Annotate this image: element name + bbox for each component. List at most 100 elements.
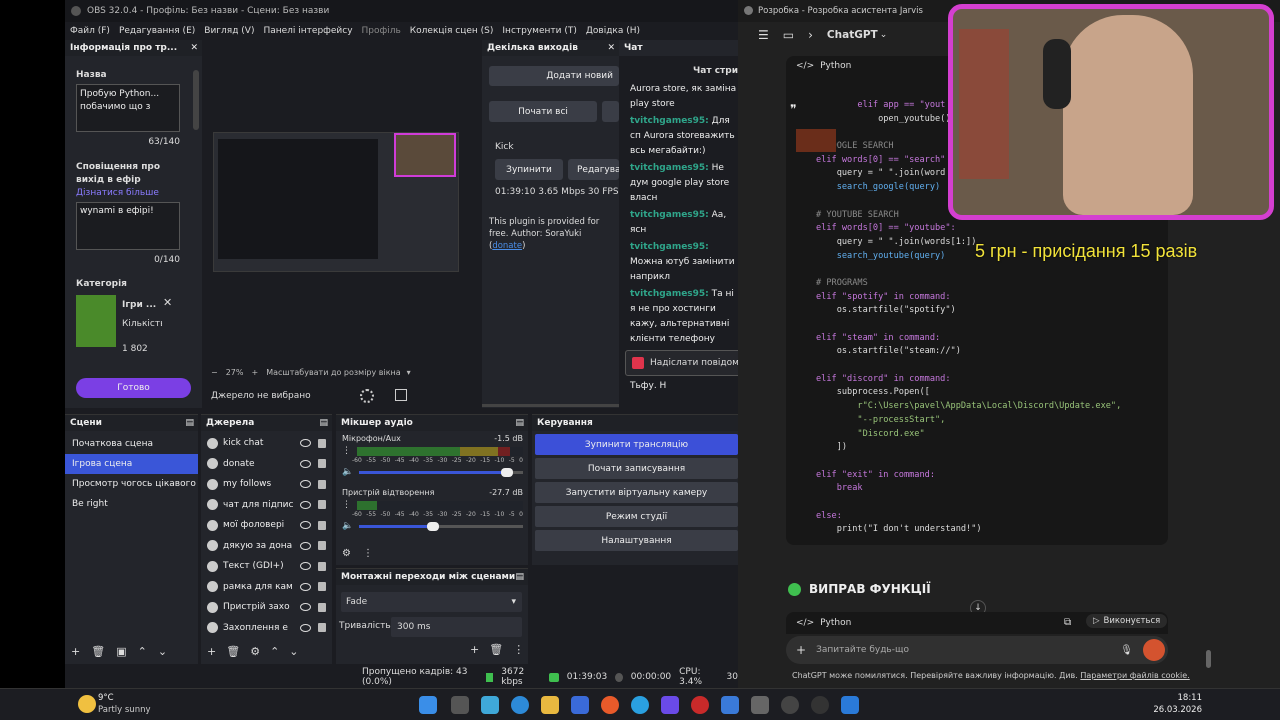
prompt-box[interactable]: + Запитайте будь-що 🎙 [786,636,1168,664]
visibility-icon[interactable] [300,562,311,571]
donate-link[interactable]: donate [492,241,522,251]
voice-mode-icon[interactable] [1143,639,1165,661]
dock-menu-icon[interactable]: ▤ [515,569,524,585]
menu-view[interactable]: Вигляд (V) [204,22,254,40]
zoom-in-button[interactable]: + [251,368,258,377]
source-item[interactable]: my follows [201,474,332,495]
add-icon[interactable]: + [207,645,216,658]
chat-username[interactable]: tvitchgames95: [630,210,709,220]
folder-icon[interactable]: ▭ [783,28,794,42]
lock-icon[interactable] [318,459,326,469]
studio-mode-button[interactable]: Режим студії [535,506,738,527]
source-item[interactable]: Захоплення е [201,618,332,639]
lock-icon[interactable] [318,602,326,612]
visibility-icon[interactable] [300,603,311,612]
task-view-icon[interactable] [451,696,469,714]
menu-dots-icon[interactable]: ⋮ [342,500,351,510]
gear-icon[interactable] [360,389,374,403]
category-remove-icon[interactable]: ✕ [163,296,172,309]
scene-item[interactable]: Початкова сцена [65,434,198,454]
gear-icon[interactable]: ⚙ [250,645,260,658]
stop-all-button[interactable] [602,101,619,122]
visibility-icon[interactable] [300,582,311,591]
edit-output-button[interactable]: Редагувати [568,159,619,180]
visibility-icon[interactable] [300,521,311,530]
menu-docks[interactable]: Панелі інтерфейсу [263,22,352,40]
move-up-icon[interactable]: ⌃ [270,645,279,658]
menu-profile[interactable]: Профіль [362,22,401,40]
scene-item[interactable]: Ігрова сцена [65,454,198,474]
lock-icon[interactable] [318,438,326,448]
close-icon[interactable]: ✕ [607,40,615,56]
scrollbar[interactable] [482,404,619,407]
settings-button[interactable]: Налаштування [535,530,738,551]
widgets-icon[interactable] [481,696,499,714]
stop-output-button[interactable]: Зупинити [495,159,563,180]
chat-username[interactable]: tvitchgames95: [630,116,709,126]
menu-dots-icon[interactable]: ⋮ [342,446,351,456]
dock-menu-icon[interactable]: ▤ [515,415,524,431]
app-icon[interactable] [721,696,739,714]
obs-icon[interactable] [781,696,799,714]
plus-icon[interactable]: + [796,643,806,657]
visibility-icon[interactable] [300,459,311,468]
add-icon[interactable]: + [71,645,80,658]
preview-area[interactable]: − 27% + Масштабувати до розміру вікна ▾ … [205,40,482,408]
edge-icon[interactable] [511,696,529,714]
scrollbar[interactable] [1206,650,1211,668]
trash-icon[interactable]: 🗑 [489,643,503,656]
visibility-icon[interactable] [300,500,311,509]
source-item[interactable]: Пристрій захо [201,597,332,618]
brave-icon[interactable] [601,696,619,714]
scene-item[interactable]: Be right [65,494,198,514]
visibility-icon[interactable] [300,623,311,632]
menu-scene-collection[interactable]: Колекція сцен (S) [410,22,494,40]
visibility-icon[interactable] [300,439,311,448]
chevron-down-icon[interactable]: ⌄ [880,30,888,40]
visibility-icon[interactable] [300,480,311,489]
move-up-icon[interactable]: ⌃ [138,645,147,658]
trash-icon[interactable]: 🗑 [91,645,105,658]
dock-menu-icon[interactable]: ▤ [185,415,194,431]
zoom-out-button[interactable]: − [211,368,218,377]
advanced-audio-icon[interactable]: ⚙ [342,548,351,559]
menu-file[interactable]: Файл (F) [70,22,110,40]
store-icon[interactable] [571,696,589,714]
add-icon[interactable]: + [470,643,479,656]
transition-select[interactable]: Fade ▾ [341,592,522,612]
source-item[interactable]: дякую за дона [201,536,332,557]
lock-icon[interactable] [318,541,326,551]
start-icon[interactable] [419,696,437,714]
lock-icon[interactable] [318,582,326,592]
chevron-down-icon[interactable]: ▾ [407,368,411,377]
add-output-button[interactable]: Додати новий [489,66,619,86]
quote-icon[interactable]: ❞ [790,102,796,116]
weather-icon[interactable] [78,695,96,713]
scrollbar[interactable] [193,70,199,130]
lock-icon[interactable] [318,623,326,633]
speaker-icon[interactable]: 🔈 [342,521,353,531]
running-button[interactable]: ▷ Виконується [1086,614,1168,628]
volume-slider[interactable] [359,467,523,477]
app-icon[interactable] [751,696,769,714]
telegram-icon[interactable] [631,696,649,714]
app-icon[interactable] [661,696,679,714]
speaker-icon[interactable]: 🔈 [342,467,353,477]
model-selector[interactable]: ChatGPT [827,29,878,41]
scene-item[interactable]: Просмотр чогось цікавого [65,474,198,494]
move-down-icon[interactable]: ⌄ [289,645,298,658]
learn-more-link[interactable]: Дізнатися більше [76,188,159,198]
chat-username[interactable]: tvitchgames95: [630,242,709,252]
source-item[interactable]: рамка для кам [201,577,332,598]
duration-input[interactable]: 300 ms [391,617,522,637]
menu-edit[interactable]: Редагування (E) [119,22,195,40]
source-item[interactable]: kick chat [201,433,332,454]
title-field[interactable]: Пробую Python... побачимо що з [76,84,180,132]
slider-handle[interactable] [500,467,513,477]
chat-send-field[interactable]: Надіслати повідом [625,350,738,376]
menu-dots-icon[interactable]: ⋮ [513,643,524,656]
start-recording-button[interactable]: Почати записування [535,458,738,479]
visibility-icon[interactable] [300,541,311,550]
trash-icon[interactable]: 🗑 [226,645,240,658]
sidebar-toggle-icon[interactable]: ☰ [758,28,769,42]
